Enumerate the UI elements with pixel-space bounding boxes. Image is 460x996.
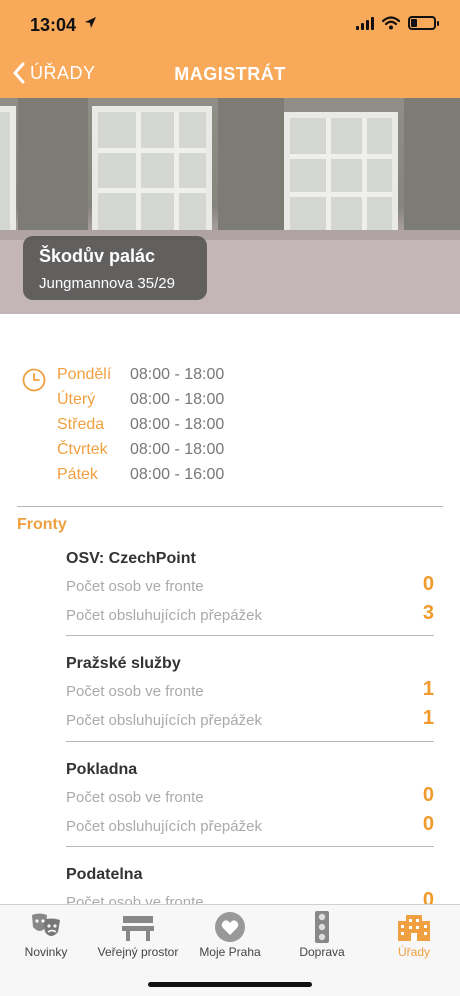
time-range: 08:00 - 16:00 [130,466,225,483]
queue-name: OSV: CzechPoint [66,550,196,567]
counters-count: 0 [422,813,434,835]
heart-icon [215,912,245,942]
day-label: Úterý [57,391,96,408]
building-address: Jungmannova 35/29 [39,275,175,292]
location-arrow-icon [85,17,96,28]
day-label: Středa [57,416,105,433]
queue-divider [66,846,434,847]
status-bar: 13:04 [0,0,460,50]
queue-name: Pokladna [66,761,138,778]
queue-divider [66,741,434,742]
building-name: Škodův palác [39,246,156,266]
tab-label: Novinky [24,945,68,959]
building-caption: Škodův palác Jungmannova 35/29 [23,236,207,300]
queue-name: Podatelna [66,866,143,883]
section-divider [17,506,443,507]
tab-doprava[interactable]: Doprava [276,905,368,965]
counters-label: Počet obsluhujících přepážek [66,607,262,624]
status-icons [356,16,439,30]
persons-label: Počet osob ve fronte [66,683,204,700]
persons-count: 0 [422,784,434,806]
battery-icon [408,16,439,30]
persons-count: 1 [422,678,434,700]
tab-label: Úřady [397,945,430,959]
tab-label: Veřejný prostor [97,945,179,959]
bench-icon [122,916,154,941]
time-range: 08:00 - 18:00 [130,416,225,433]
tab-verejny-prostor[interactable]: Veřejný prostor [92,905,184,965]
counters-label: Počet obsluhujících přepážek [66,712,262,729]
time-range: 08:00 - 18:00 [130,441,225,458]
counters-count: 1 [422,707,434,729]
tab-label: Moje Praha [199,945,261,959]
nav-bar: ÚŘADY MAGISTRÁT [0,50,460,98]
status-time: 13:04 [30,15,77,35]
wifi-icon [382,16,400,30]
day-label: Pondělí [57,366,112,383]
tab-moje-praha[interactable]: Moje Praha [184,905,276,965]
office-building-icon [398,915,430,941]
counters-count: 3 [422,602,434,624]
queues-section-title: Fronty [17,516,67,533]
day-label: Pátek [57,466,98,483]
day-label: Čtvrtek [57,441,108,458]
traffic-light-icon [315,911,329,943]
cellular-signal-icon [356,16,374,30]
theater-masks-icon [32,913,60,936]
persons-label: Počet osob ve fronte [66,789,204,806]
counters-label: Počet obsluhujících přepážek [66,818,262,835]
home-indicator [148,982,312,987]
time-range: 08:00 - 18:00 [130,366,225,383]
persons-label: Počet osob ve fronte [66,578,204,595]
persons-count: 0 [422,573,434,595]
clock-icon [22,368,46,392]
time-range: 08:00 - 18:00 [130,391,225,408]
queue-name: Pražské služby [66,655,181,672]
tab-novinky[interactable]: Novinky [0,905,92,965]
page-title: MAGISTRÁT [174,64,286,84]
tab-label: Doprava [299,945,345,959]
queue-divider [66,635,434,636]
tab-urady[interactable]: Úřady [368,905,460,965]
